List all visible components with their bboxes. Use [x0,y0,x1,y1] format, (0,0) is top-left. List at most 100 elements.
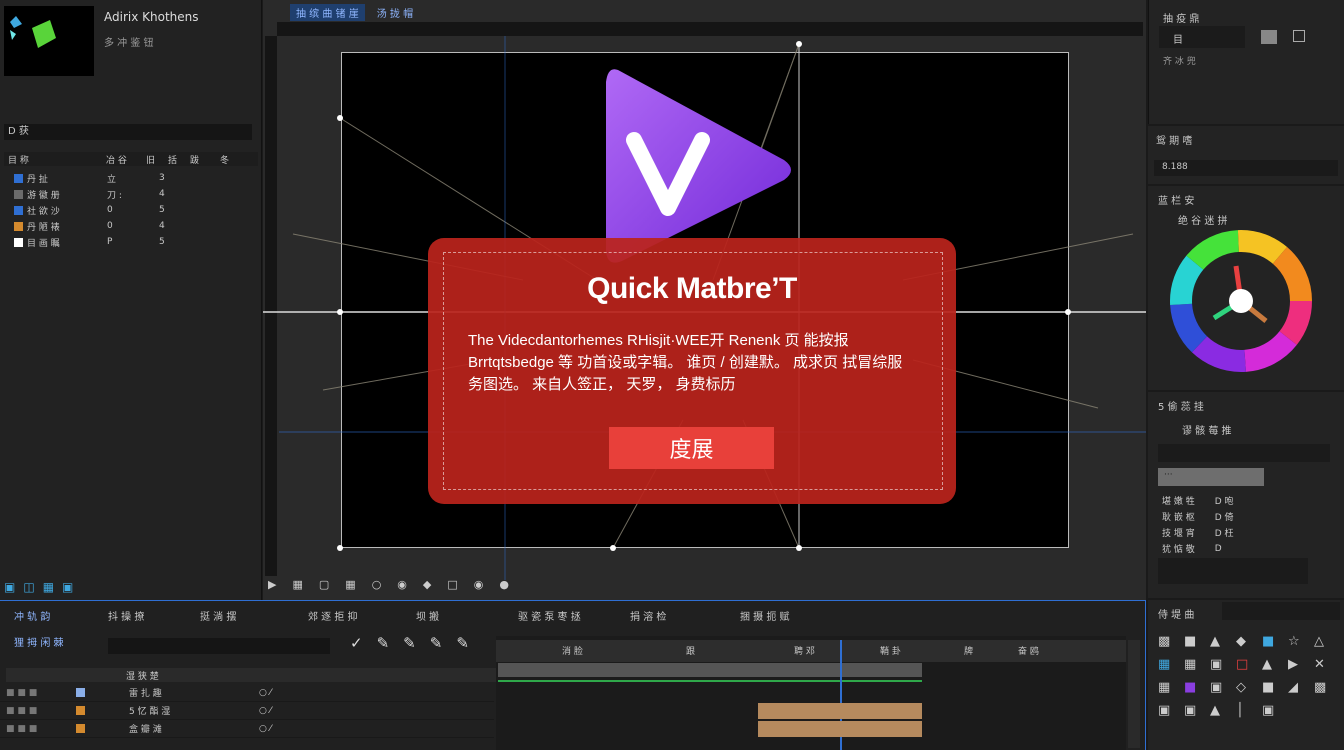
tool-icon[interactable]: ◢ [1288,680,1314,695]
view-icon[interactable]: □ [447,578,457,591]
col-frame[interactable]: 括 [168,153,190,166]
tool-icon[interactable]: │ [1236,703,1262,718]
toggle-icon[interactable] [1261,30,1277,44]
layer-mode[interactable]: ○ ⁄ [259,688,319,698]
layer-row[interactable]: ■ ■ ■ 5 忆 酯 湿 ○ ⁄ [0,702,494,720]
tool-icon[interactable]: ✕ [1314,657,1340,672]
timeline-tab[interactable]: 捐 溶 检 [630,608,666,623]
dialog-confirm-button[interactable]: 度展 [609,427,774,469]
properties-dropdown[interactable] [1158,444,1330,462]
tool-icon[interactable]: ■ [1184,680,1210,695]
tool-icon[interactable]: ▩ [1158,634,1184,649]
tool-icon[interactable]: ▣ [1210,657,1236,672]
snapshot-icon[interactable]: ◉ [397,578,407,591]
layer-row[interactable]: ■ ■ ■ 雷 扎 趣 ○ ⁄ [0,684,494,702]
tool-icon[interactable]: ■ [1184,634,1210,649]
timeline-tab[interactable]: 冲 轨 韵 [14,608,50,623]
layer-mode[interactable]: ○ ⁄ [259,724,319,734]
layer-mode[interactable]: ○ ⁄ [259,706,319,716]
color-wheel[interactable] [1166,226,1316,376]
timeline-tab[interactable]: 挺 淌 摆 [200,608,236,623]
col-size[interactable]: 旧 [146,153,168,166]
layer-label-swatch[interactable] [76,724,85,733]
work-area-bar[interactable] [498,663,922,677]
pen-icon[interactable]: ✓ [350,634,363,652]
tool-icon[interactable]: ☆ [1288,634,1314,649]
timeline-tab[interactable]: 坝 搬 [416,608,439,623]
tool-icon[interactable]: ▩ [1314,680,1340,695]
col-name[interactable]: 目 称 [4,153,106,166]
motion-blur-icon[interactable]: ✎ [403,634,416,652]
tool-icon[interactable]: ▲ [1262,657,1288,672]
new-folder-icon[interactable]: ▣ [4,580,15,594]
timeline-tab[interactable]: 郊 逐 拒 抑 [308,608,358,623]
fast-preview-icon[interactable]: ● [499,578,509,591]
project-item-row[interactable]: 目 画 瞩 P 5 [4,234,244,250]
region-icon[interactable]: ▢ [319,578,329,591]
layer-row[interactable]: ■ ■ ■ 盒 瓣 滩 ○ ⁄ [0,720,494,738]
new-comp-icon[interactable]: ◫ [23,580,34,594]
timeline-tab[interactable]: 抖 操 撩 [108,608,144,623]
draft-icon[interactable]: ✎ [377,634,390,652]
tool-icon[interactable]: ▶ [1288,657,1314,672]
ruler-mark: 消 脸 [562,647,583,657]
timeline-tab[interactable]: 驱 瓷 泵 枣 拯 [518,608,581,623]
tool-icon[interactable]: ■ [1262,680,1288,695]
tool-icon[interactable]: △ [1314,634,1340,649]
layer-switches[interactable]: ■ ■ ■ [6,724,76,734]
trash-icon[interactable]: ▣ [62,580,73,594]
tool-icon[interactable]: ▣ [1210,680,1236,695]
settings-icon[interactable]: ▦ [43,580,54,594]
tool-icon[interactable]: ▦ [1184,657,1210,672]
col-type[interactable]: 冶 谷 [106,153,146,166]
project-item-row[interactable]: 丹 扯 立 3 [4,170,244,186]
info-field[interactable]: 目 [1159,26,1245,48]
property-row[interactable]: 技 堰 宵D 枉 [1162,526,1234,539]
layer-switches[interactable]: ■ ■ ■ [6,706,76,716]
timeline-search-input[interactable] [108,638,330,654]
item-type: 0 [107,221,113,231]
layer-bar[interactable] [758,721,922,737]
tool-icon[interactable]: ◇ [1236,680,1262,695]
tool-icon[interactable]: ■ [1262,634,1288,649]
project-search-input[interactable]: D 获 [4,124,252,140]
layer-switches[interactable]: ■ ■ ■ [6,688,76,698]
project-item-row[interactable]: 游 徽 册 刀 : 4 [4,186,244,202]
tool-icon[interactable]: ◆ [1236,634,1262,649]
tool-icon[interactable]: ▦ [1158,680,1184,695]
timeline-ruler[interactable]: 消 脸 跟 聘 邓 鞘 卦 牌 奋 鸥 [496,640,1126,662]
property-row[interactable]: 耿 嵌 枢D 倚 [1162,510,1234,523]
graph-icon[interactable]: ✎ [430,634,443,652]
col-in[interactable]: 跋 [190,153,220,166]
mask-icon[interactable]: ○ [372,578,382,591]
project-item-row[interactable]: 丹 陋 裱 0 4 [4,218,244,234]
tool-icon[interactable]: □ [1236,657,1262,672]
camera-icon[interactable]: ◉ [474,578,484,591]
layer-label-swatch[interactable] [76,688,85,697]
col-out[interactable]: 冬 [220,153,240,166]
properties-empty-field[interactable] [1158,558,1308,584]
tool-icon[interactable]: ▣ [1158,703,1184,718]
property-row[interactable]: 犹 惦 敬D [1162,542,1222,556]
hide-icon[interactable]: ✎ [456,634,469,652]
checkbox-icon[interactable] [1293,30,1305,42]
preview-value-field[interactable]: 8.188 [1154,160,1338,176]
timeline-tab[interactable]: 捆 摄 扼 赋 [740,608,790,623]
project-item-row[interactable]: 社 欲 沙 0 5 [4,202,244,218]
timeline-scrollbar[interactable] [1128,640,1140,748]
tool-icon[interactable]: ▣ [1184,703,1210,718]
properties-swatch-field[interactable]: ··· [1158,468,1264,486]
tool-icon[interactable]: ▦ [1158,657,1184,672]
tool-icon[interactable]: ▲ [1210,703,1236,718]
layer-label-swatch[interactable] [76,706,85,715]
layer-name: 盒 瓣 滩 [129,725,162,735]
layer-bar[interactable] [758,703,922,719]
tool-icon[interactable]: ▲ [1210,634,1236,649]
tools-search-input[interactable] [1222,602,1340,620]
channel-icon[interactable]: ◆ [423,578,431,591]
resolution-icon[interactable]: ▦ [292,578,302,591]
zoom-icon[interactable]: ▶ [268,578,276,591]
grid-icon[interactable]: ▦ [345,578,355,591]
property-row[interactable]: 堪 嫩 牲D 咆 [1162,494,1234,507]
tool-icon[interactable]: ▣ [1262,703,1288,718]
